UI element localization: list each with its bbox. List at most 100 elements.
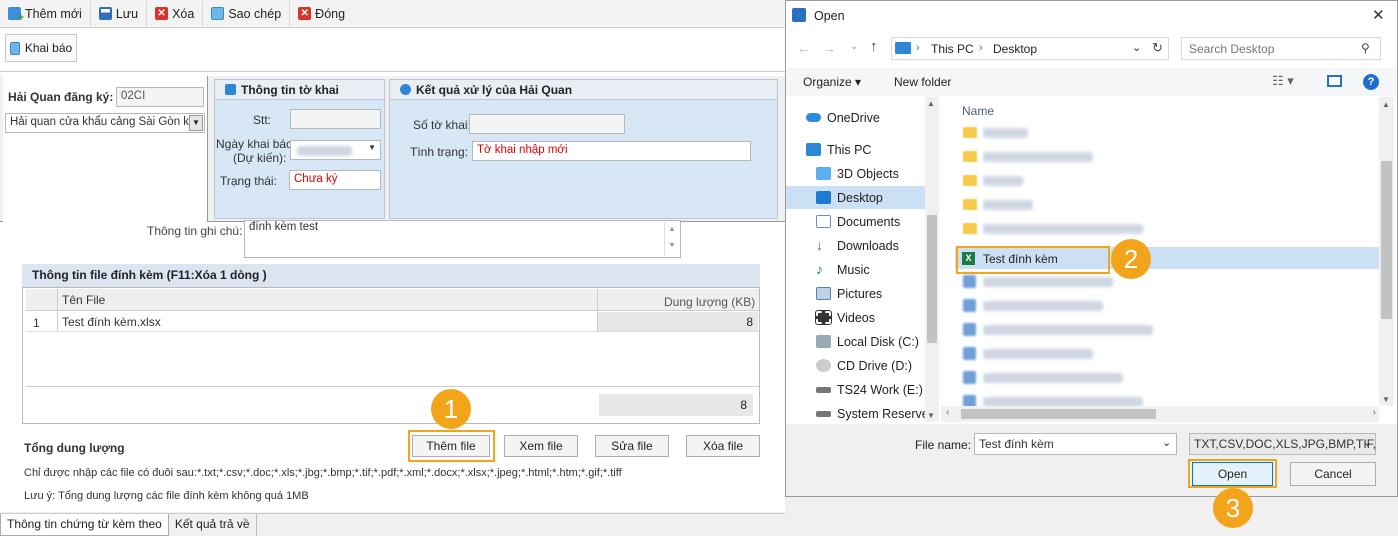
breadcrumb-desktop[interactable]: Desktop [993, 42, 1037, 56]
close-button[interactable]: ✕ Đóng [290, 1, 353, 27]
copy-button[interactable]: Sao chép [203, 0, 291, 27]
copy-icon [211, 7, 225, 20]
refresh-icon[interactable]: ↻ [1152, 40, 1163, 56]
edit-file-button[interactable]: Sửa file [595, 435, 669, 457]
nav-onedrive[interactable]: OneDrive [806, 106, 941, 129]
main-toolbar: Thêm mới Lưu ✕Xóa Sao chép ✕Đóng [0, 0, 785, 28]
file-list-vscrollbar[interactable]: ▲ ▼ [1379, 97, 1394, 406]
new-folder-button[interactable]: New folder [894, 75, 951, 89]
nav-scrollbar[interactable]: ▲ ▼ [925, 97, 939, 422]
note-scrollbar[interactable]: ▲ ▼ [664, 222, 679, 256]
folder-icon [963, 127, 977, 138]
navigation-pane: OneDrive This PC 3D Objects Desktop Docu… [786, 97, 941, 422]
total-size-value: 8 [599, 394, 753, 416]
chevron-down-icon[interactable]: ⌄ [1363, 436, 1372, 449]
highlight-selected-file [956, 246, 1110, 274]
chevron-down-icon: ▼ [368, 143, 376, 152]
delete-button[interactable]: ✕ Xóa [147, 0, 204, 27]
breadcrumb-this-pc[interactable]: This PC [931, 42, 974, 56]
back-arrow-icon[interactable]: ← [797, 40, 811, 56]
dialog-close-icon[interactable]: ✕ [1372, 6, 1385, 24]
cancel-button[interactable]: Cancel [1290, 462, 1376, 486]
nav-ts24-work[interactable]: TS24 Work (E:) [816, 378, 941, 401]
desktop-icon [816, 191, 831, 204]
processing-status-field[interactable]: Tờ khai nhập mới [472, 141, 751, 161]
nav-downloads[interactable]: ↓ Downloads [816, 234, 941, 257]
view-file-button[interactable]: Xem file [504, 435, 578, 457]
nav-this-pc[interactable]: This PC [806, 138, 941, 161]
nav-videos[interactable]: Videos [815, 306, 941, 329]
blurred-folder-name[interactable] [983, 152, 1093, 162]
customs-code-field[interactable]: 02CI [116, 87, 204, 107]
organize-menu[interactable]: Organize ▾ [803, 75, 861, 89]
note-textarea[interactable]: đính kèm test [244, 220, 681, 258]
customs-office-select[interactable]: Hải quan cửa khẩu cảng Sài Gòn k... [5, 113, 205, 133]
preview-pane-icon[interactable] [1327, 75, 1342, 87]
nav-local-disk[interactable]: Local Disk (C:) [816, 330, 941, 353]
nav-desktop[interactable]: Desktop [786, 186, 926, 209]
note-value: đính kèm test [249, 221, 319, 233]
note-label: Thông tin ghi chú: [147, 224, 243, 238]
chevron-down-icon[interactable]: ▼ [189, 115, 203, 131]
nav-documents[interactable]: Documents [816, 210, 941, 233]
file-extension-note: Chỉ được nhập các file có đuôi sau:*.txt… [24, 467, 622, 479]
declare-icon [9, 41, 20, 55]
processing-status-label: Tình trạng: [410, 145, 469, 159]
cd-icon [816, 359, 831, 372]
up-arrow-icon[interactable]: ↑ [870, 38, 878, 55]
total-size-label: Tổng dung lượng [24, 441, 125, 455]
blurred-folder-name[interactable] [983, 176, 1023, 186]
view-options-icon[interactable]: ☷ ▾ [1272, 73, 1294, 89]
file-name-label: File name: [915, 438, 972, 452]
recent-dropdown-icon[interactable]: ⌄ [850, 41, 858, 52]
nav-music[interactable]: ♪ Music [816, 258, 941, 281]
chevron-down-icon[interactable]: ⌄ [1162, 436, 1171, 449]
step-badge-3: 3 [1213, 488, 1253, 528]
add-new-button[interactable]: Thêm mới [0, 0, 91, 27]
command-bar [786, 68, 1397, 96]
file-type-select[interactable]: TXT,CSV,DOC,XLS,JPG,BMP,TIF, [1189, 433, 1376, 455]
tab-returned-results[interactable]: Kết quả trả về [169, 514, 257, 536]
size-limit-note: Lưu ý: Tổng dung lượng các file đính kèm… [24, 490, 309, 502]
column-file-name: Tên File [62, 293, 106, 307]
delete-file-button[interactable]: Xóa file [686, 435, 760, 457]
dialog-title: Open [814, 9, 845, 23]
stt-field[interactable] [290, 109, 381, 129]
info-icon [225, 84, 236, 95]
nav-cd-drive[interactable]: CD Drive (D:) [816, 354, 941, 377]
pc-icon [895, 42, 911, 54]
nav-3d-objects[interactable]: 3D Objects [816, 162, 941, 185]
declaration-number-label: Số tờ khai: [413, 118, 471, 132]
khai-bao-button[interactable]: Khai báo [5, 34, 77, 62]
blurred-folder-name[interactable] [983, 224, 1143, 234]
add-icon [8, 7, 24, 24]
download-icon: ↓ [816, 237, 823, 253]
forward-arrow-icon[interactable]: → [822, 40, 836, 56]
declaration-date-picker[interactable]: ▼ [290, 140, 381, 160]
declaration-number-field[interactable] [469, 114, 625, 134]
chevron-down-icon[interactable]: ⌄ [1132, 41, 1141, 54]
search-input[interactable]: Search Desktop [1181, 37, 1381, 60]
save-button[interactable]: Lưu [91, 0, 148, 27]
pc-icon [806, 143, 821, 156]
nav-system-reserved[interactable]: System Reserved [816, 402, 941, 422]
dialog-app-icon [792, 8, 806, 22]
attachment-header [26, 289, 759, 311]
tab-attached-documents[interactable]: Thông tin chứng từ kèm theo [0, 514, 169, 536]
file-name-input[interactable]: Test đính kèm [974, 433, 1177, 455]
file-list-hscrollbar[interactable]: ‹ › [941, 406, 1379, 422]
nav-pictures[interactable]: Pictures [816, 282, 941, 305]
document-icon [816, 215, 831, 228]
date-label-line2: (Dự kiến): [233, 151, 287, 165]
bottom-tabs: Thông tin chứng từ kèm theo Kết quả trả … [0, 513, 785, 536]
blurred-folder-name[interactable] [983, 128, 1028, 138]
highlight-add-file [408, 430, 495, 462]
blurred-folder-name[interactable] [983, 200, 1033, 210]
customs-office-value: Hải quan cửa khẩu cảng Sài Gòn k... [10, 116, 199, 128]
folder-icon [963, 175, 977, 186]
help-icon[interactable]: ? [1363, 74, 1379, 90]
highlight-open-button [1188, 459, 1277, 488]
column-name[interactable]: Name [962, 104, 994, 118]
drive-icon [816, 410, 831, 417]
status-field[interactable]: Chưa ký [289, 170, 381, 190]
